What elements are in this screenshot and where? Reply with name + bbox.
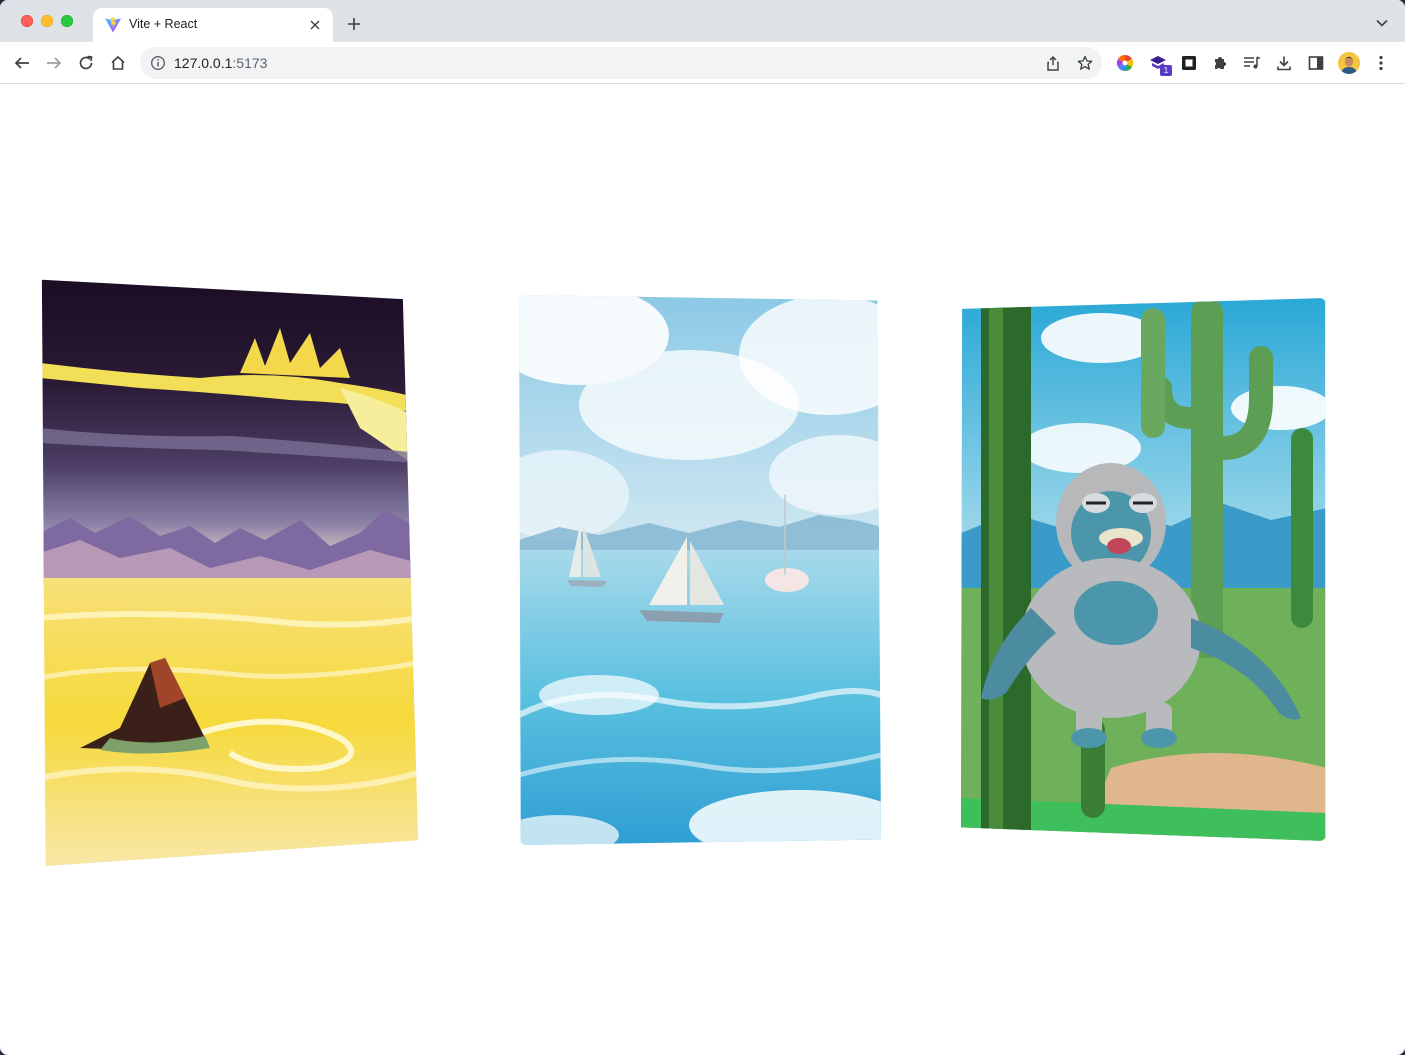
page-viewport (0, 85, 1405, 1055)
sea-illustration (519, 295, 881, 845)
sailboats-sea-card[interactable] (519, 295, 881, 845)
browser-toolbar: 127.0.0.1:5173 1 (0, 42, 1405, 84)
desert-illustration (41, 279, 418, 866)
extensions-button[interactable] (1208, 51, 1232, 75)
stack-extension-button[interactable]: 1 (1146, 51, 1172, 76)
home-icon (111, 55, 125, 70)
back-button[interactable] (10, 51, 34, 75)
browser-window: Vite + React 127.0.0.1:5173 1 (0, 0, 1405, 1055)
site-info-icon[interactable] (150, 55, 166, 71)
color-wheel-extension-icon (1116, 54, 1134, 72)
side-panel-icon (1308, 56, 1324, 70)
cactus-monster-illustration (961, 298, 1326, 841)
tab-title: Vite + React (129, 17, 198, 31)
reading-list-icon (1244, 56, 1261, 69)
chevron-down-icon (1376, 19, 1388, 27)
home-button[interactable] (106, 51, 130, 75)
close-icon (310, 20, 320, 30)
new-tab-button[interactable] (343, 13, 365, 35)
url-port: :5173 (232, 55, 268, 71)
desert-sunset-card[interactable] (41, 279, 418, 866)
minimize-window-button[interactable] (41, 15, 53, 27)
plus-icon (348, 18, 360, 30)
tab-search-button[interactable] (1373, 14, 1391, 32)
forward-button[interactable] (42, 51, 66, 75)
zoom-window-button[interactable] (61, 15, 73, 27)
forward-icon (47, 57, 62, 69)
tab-strip: Vite + React (0, 0, 1405, 42)
share-icon (1047, 55, 1059, 71)
square-extension-icon (1182, 56, 1196, 70)
profile-avatar[interactable] (1338, 52, 1360, 74)
cactus-monster-card[interactable] (961, 298, 1326, 841)
close-window-button[interactable] (21, 15, 33, 27)
tab-close-button[interactable] (305, 15, 325, 35)
vite-icon (105, 17, 121, 33)
bookmark-button[interactable] (1075, 53, 1095, 73)
puzzle-extensions-icon (1215, 57, 1226, 69)
downloads-button[interactable] (1272, 51, 1296, 75)
bookmark-star-icon (1077, 55, 1093, 70)
more-menu-icon (1379, 55, 1383, 71)
avatar-person-icon (1338, 52, 1360, 74)
url-text[interactable]: 127.0.0.1:5173 (174, 55, 267, 71)
share-button[interactable] (1043, 53, 1063, 73)
download-icon (1277, 56, 1291, 71)
url-host: 127.0.0.1 (174, 55, 233, 71)
address-bar[interactable]: 127.0.0.1:5173 (140, 47, 1102, 79)
reload-icon (79, 55, 93, 70)
side-panel-button[interactable] (1304, 51, 1328, 75)
color-wheel-extension-button[interactable] (1113, 51, 1137, 75)
reload-button[interactable] (74, 51, 98, 75)
reading-list-button[interactable] (1240, 51, 1264, 75)
tab-vite-react[interactable]: Vite + React (93, 8, 333, 42)
square-extension-button[interactable] (1177, 51, 1201, 75)
back-icon (14, 57, 29, 69)
extension-badge: 1 (1160, 65, 1172, 76)
more-menu-button[interactable] (1369, 51, 1393, 75)
